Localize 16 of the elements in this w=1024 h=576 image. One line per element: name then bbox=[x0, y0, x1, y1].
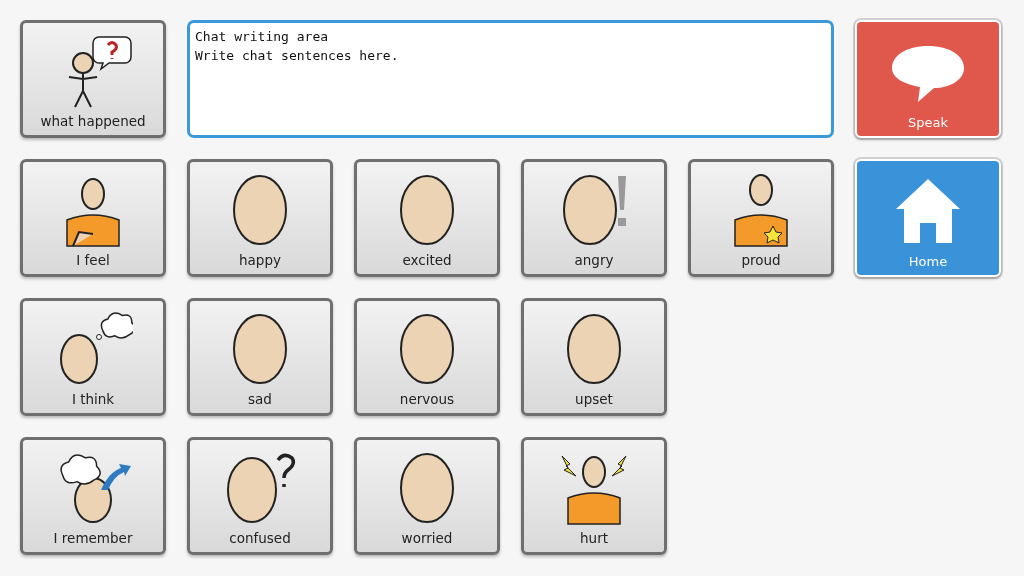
symbol-button[interactable]: excited bbox=[354, 159, 500, 277]
symbol-button[interactable]: I think bbox=[20, 298, 166, 416]
symbol-button[interactable]: I feel bbox=[20, 159, 166, 277]
symbol-button[interactable]: hurt bbox=[521, 437, 667, 555]
symbol-button[interactable]: proud bbox=[688, 159, 834, 277]
speak-button[interactable]: Speak bbox=[855, 20, 1001, 138]
symbol-button[interactable]: angry bbox=[521, 159, 667, 277]
symbol-button[interactable]: worried bbox=[354, 437, 500, 555]
symbol-button[interactable]: sad bbox=[187, 298, 333, 416]
symbol-button[interactable]: happy bbox=[187, 159, 333, 277]
symbol-button[interactable]: upset bbox=[521, 298, 667, 416]
symbol-button[interactable]: what happened bbox=[20, 20, 166, 138]
chat-field[interactable]: Chat writing area Write chat sentences here. bbox=[187, 20, 834, 138]
symbol-button[interactable]: confused bbox=[187, 437, 333, 555]
symbol-button[interactable]: nervous bbox=[354, 298, 500, 416]
symbol-button[interactable]: I remember bbox=[20, 437, 166, 555]
